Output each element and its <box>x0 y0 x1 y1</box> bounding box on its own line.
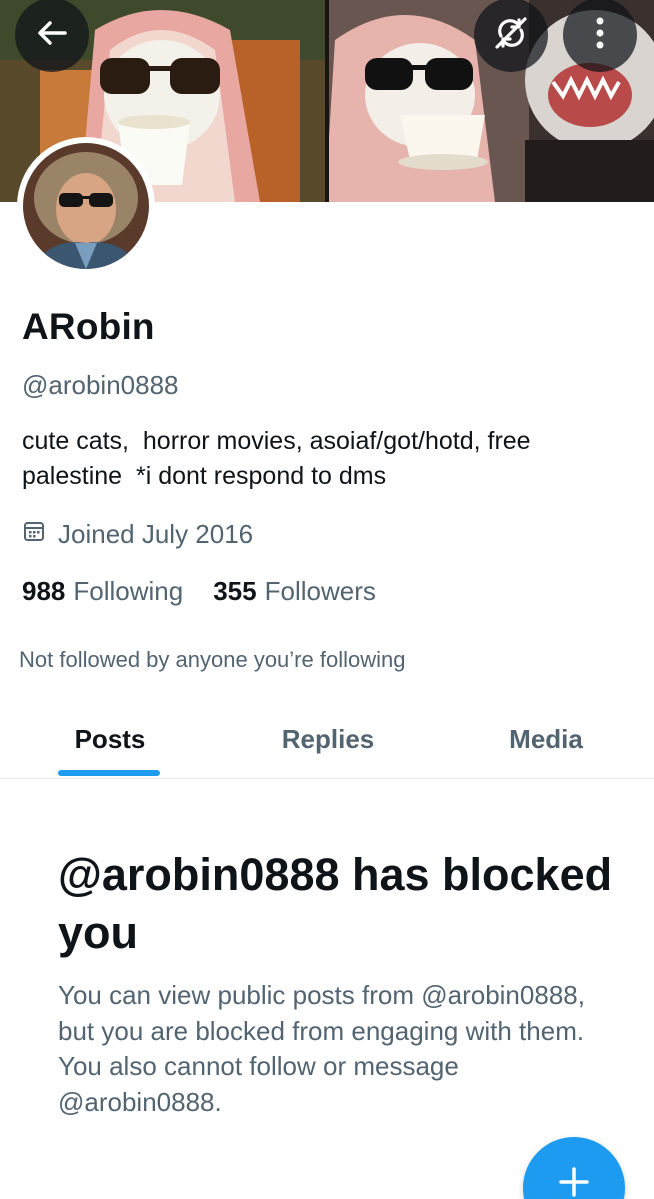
display-name: ARobin <box>22 306 155 347</box>
profile-tabs: Posts Replies Media <box>0 700 654 779</box>
sync-off-icon <box>493 15 529 56</box>
follow-stats: 988 Following 355 Followers <box>22 574 406 608</box>
compose-post-button[interactable] <box>523 1137 625 1199</box>
following-link[interactable]: 988 Following <box>22 576 183 607</box>
profile-page: ARobin @arobin0888 cute cats, horror mov… <box>0 0 654 1199</box>
blocked-title: @arobin0888 has blocked you <box>58 849 613 958</box>
following-label: Following <box>73 575 184 606</box>
following-count: 988 <box>22 575 66 606</box>
calendar-icon <box>22 519 46 550</box>
banner-divider <box>325 0 329 202</box>
tab-posts[interactable]: Posts <box>30 700 190 778</box>
arrow-left-icon <box>35 16 69 55</box>
back-button[interactable] <box>15 0 89 72</box>
active-tab-indicator <box>58 770 160 776</box>
profile-bio: cute cats, horror movies, asoiaf/got/hot… <box>22 427 538 490</box>
avatar-image <box>23 143 149 269</box>
sync-off-button[interactable] <box>474 0 548 72</box>
joined-label: Joined July 2016 <box>58 518 254 549</box>
avatar[interactable] <box>17 137 155 275</box>
joined-date: Joined July 2016 <box>22 517 253 551</box>
more-options-button[interactable] <box>563 0 637 72</box>
followers-label: Followers <box>264 575 376 606</box>
followers-count: 355 <box>213 575 257 606</box>
blocked-description: You can view public posts from @arobin08… <box>58 980 585 1117</box>
tab-media[interactable]: Media <box>466 700 626 778</box>
followers-link[interactable]: 355 Followers <box>213 576 376 607</box>
more-vertical-icon <box>594 15 606 56</box>
plus-icon <box>557 1165 591 1199</box>
mutual-followers-note: Not followed by anyone you’re following <box>19 647 406 672</box>
tab-replies[interactable]: Replies <box>248 700 408 778</box>
user-handle: @arobin0888 <box>22 370 179 400</box>
